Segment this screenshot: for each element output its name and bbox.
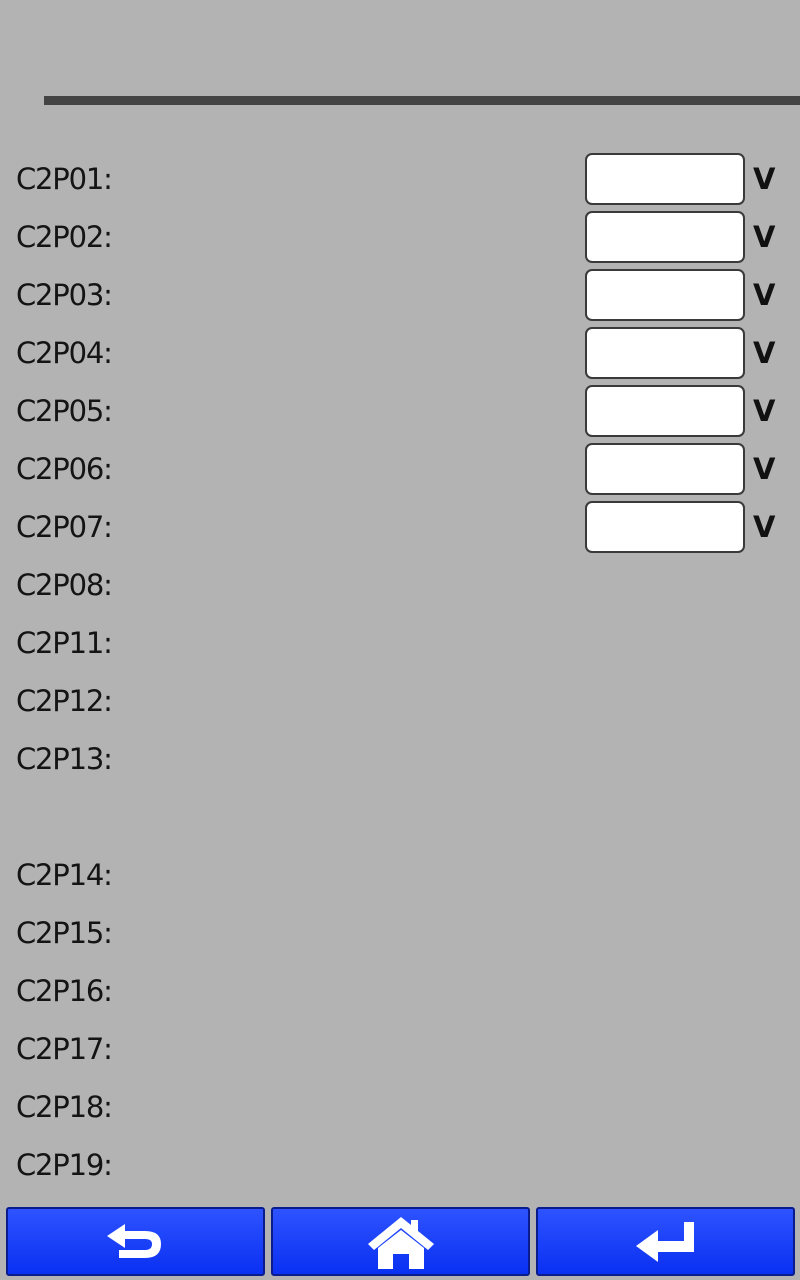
param-label: C2P12: — [16, 684, 113, 718]
param-label: C2P15: — [16, 916, 113, 950]
enter-icon — [635, 1221, 694, 1262]
param-row-c2p15: C2P15: — [0, 904, 800, 962]
param-row-c2p13: C2P13: — [0, 730, 800, 788]
param-row-c2p06: C2P06: V — [0, 440, 800, 498]
param-label: C2P11: — [16, 626, 113, 660]
param-value-input[interactable] — [585, 269, 745, 321]
param-row-c2p18: C2P18: — [0, 1078, 800, 1136]
home-icon — [367, 1216, 434, 1269]
param-value-input[interactable] — [585, 153, 745, 205]
home-button[interactable] — [271, 1207, 530, 1276]
param-row-c2p12: C2P12: — [0, 672, 800, 730]
param-row-c2p01: C2P01: V — [0, 150, 800, 208]
param-label: C2P13: — [16, 742, 113, 776]
param-unit: V — [753, 394, 776, 428]
param-row-c2p07: C2P07: V — [0, 498, 800, 556]
param-label: C2P05: — [16, 394, 113, 428]
param-label: C2P07: — [16, 510, 113, 544]
back-arrow-icon — [106, 1223, 161, 1258]
param-unit: V — [753, 220, 776, 254]
header-divider — [44, 96, 800, 105]
param-label: C2P14: — [16, 858, 113, 892]
param-label: C2P18: — [16, 1090, 113, 1124]
param-unit: V — [753, 162, 776, 196]
param-row-c2p02: C2P02: V — [0, 208, 800, 266]
param-unit: V — [753, 452, 776, 486]
param-row-c2p11: C2P11: — [0, 614, 800, 672]
param-value-input[interactable] — [585, 443, 745, 495]
param-label: C2P08: — [16, 568, 113, 602]
param-row-c2p03: C2P03: V — [0, 266, 800, 324]
param-label: C2P01: — [16, 162, 113, 196]
bottom-nav-bar — [0, 1205, 800, 1280]
param-row-c2p16: C2P16: — [0, 962, 800, 1020]
param-label: C2P17: — [16, 1032, 113, 1066]
enter-button[interactable] — [536, 1207, 795, 1276]
param-row-c2p08: C2P08: — [0, 556, 800, 614]
param-label: C2P06: — [16, 452, 113, 486]
param-label: C2P03: — [16, 278, 113, 312]
param-row-c2p17: C2P17: — [0, 1020, 800, 1078]
param-unit: V — [753, 510, 776, 544]
param-row-c2p04: C2P04: V — [0, 324, 800, 382]
param-label: C2P04: — [16, 336, 113, 370]
param-row-c2p05: C2P05: V — [0, 382, 800, 440]
param-unit: V — [753, 278, 776, 312]
param-unit: V — [753, 336, 776, 370]
param-label: C2P16: — [16, 974, 113, 1008]
param-row-c2p14: C2P14: — [0, 846, 800, 904]
param-label: C2P02: — [16, 220, 113, 254]
param-row-c2p19: C2P19: — [0, 1136, 800, 1194]
param-label: C2P19: — [16, 1148, 113, 1182]
param-value-input[interactable] — [585, 501, 745, 553]
param-value-input[interactable] — [585, 327, 745, 379]
param-value-input[interactable] — [585, 211, 745, 263]
back-button[interactable] — [6, 1207, 265, 1276]
param-value-input[interactable] — [585, 385, 745, 437]
